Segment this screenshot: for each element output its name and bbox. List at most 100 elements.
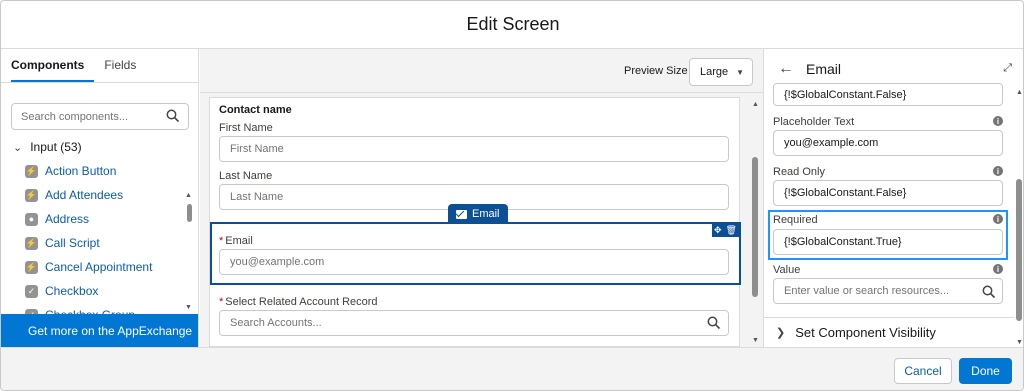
value-placeholder: Enter value or search resources... — [784, 285, 950, 297]
component-label: Address — [45, 212, 90, 226]
first-name-label: First Name — [219, 122, 273, 134]
delete-icon[interactable]: 🗑 — [726, 225, 737, 236]
preview-toolbar: Preview Size Large ▼ — [200, 49, 763, 93]
component-label: Cancel Appointment — [45, 260, 153, 274]
required-asterisk: * — [219, 235, 224, 247]
scrollbar-thumb[interactable] — [1016, 179, 1022, 321]
component-label: Call Script — [45, 236, 100, 250]
properties-scrollbar[interactable]: ▲ ▼ — [1014, 89, 1023, 347]
location-pin-icon: ● — [25, 212, 38, 226]
last-name-label: Last Name — [219, 170, 273, 182]
account-label: * Select Related Account Record — [219, 296, 378, 308]
move-icon[interactable]: ✥ — [714, 225, 722, 236]
info-icon[interactable]: i — [993, 214, 1003, 224]
screen-canvas-area: Preview Size Large ▼ Contact name First … — [200, 49, 763, 347]
value-label: Value — [773, 264, 801, 276]
bolt-icon: ⚡ — [25, 188, 38, 202]
canvas-scrollbar[interactable]: ▲ ▼ — [751, 101, 759, 347]
account-search-field[interactable]: Search Accounts... — [219, 310, 729, 336]
required-asterisk: * — [219, 296, 224, 308]
account-placeholder: Search Accounts... — [230, 317, 322, 329]
search-icon — [982, 285, 996, 302]
disabled-value: {!$GlobalConstant.False} — [784, 88, 907, 101]
appexchange-link[interactable]: Get more on the AppExchange — [1, 314, 198, 347]
search-components-input[interactable]: Search components... — [11, 103, 189, 130]
visibility-label: Set Component Visibility — [795, 325, 936, 340]
value-resource-field[interactable]: Enter value or search resources... — [773, 278, 1003, 304]
chevron-right-icon: ❯ — [776, 327, 786, 339]
email-tag-label: Email — [472, 208, 500, 220]
component-action-button[interactable]: ⚡ Action Button — [25, 159, 152, 183]
edit-screen-modal: Edit Screen Components Fields Search com… — [0, 0, 1024, 391]
scroll-down-icon[interactable]: ▼ — [185, 304, 192, 311]
chevron-down-icon: ▼ — [736, 68, 744, 77]
first-name-placeholder: First Name — [230, 143, 284, 155]
scroll-up-icon[interactable]: ▲ — [752, 101, 759, 108]
modal-title: Edit Screen — [466, 14, 560, 34]
info-icon[interactable]: i — [993, 166, 1003, 176]
preview-size-select[interactable]: Large ▼ — [689, 58, 753, 86]
scroll-down-icon[interactable]: ▼ — [1016, 339, 1023, 346]
component-actions: ✥ 🗑 — [712, 224, 739, 237]
scroll-up-icon[interactable]: ▲ — [185, 192, 192, 199]
component-label: Add Attendees — [45, 188, 124, 202]
scrollbar-thumb[interactable] — [752, 157, 758, 297]
required-label: Required — [773, 214, 818, 226]
account-label-text: Select Related Account Record — [225, 296, 378, 308]
component-list: ⚡ Action Button ⚡ Add Attendees ● Addres… — [25, 159, 152, 327]
done-button[interactable]: Done — [959, 358, 1012, 384]
scroll-up-icon[interactable]: ▲ — [1016, 89, 1023, 96]
info-icon[interactable]: i — [993, 116, 1003, 126]
component-label: Action Button — [45, 164, 117, 178]
component-add-attendees[interactable]: ⚡ Add Attendees — [25, 183, 152, 207]
cancel-button[interactable]: Cancel — [894, 358, 952, 384]
component-cancel-appointment[interactable]: ⚡ Cancel Appointment — [25, 255, 152, 279]
read-only-field[interactable]: {!$GlobalConstant.False} — [773, 180, 1003, 206]
group-label: Input (53) — [30, 140, 82, 154]
panel-tabs: Components Fields — [1, 49, 198, 83]
required-field[interactable]: {!$GlobalConstant.True} — [773, 229, 1003, 255]
component-call-script[interactable]: ⚡ Call Script — [25, 231, 152, 255]
input-group-toggle[interactable]: ⌄ Input (53) — [13, 140, 82, 154]
preview-size-value: Large — [700, 66, 729, 78]
modal-footer: Cancel Done — [1, 347, 1023, 390]
component-address[interactable]: ● Address — [25, 207, 152, 231]
chevron-down-icon: ⌄ — [13, 141, 23, 154]
tab-components[interactable]: Components — [11, 58, 95, 82]
preview-size-label: Preview Size — [624, 65, 688, 77]
info-icon[interactable]: i — [993, 264, 1003, 274]
last-name-placeholder: Last Name — [230, 191, 284, 203]
placeholder-text-label: Placeholder Text — [773, 116, 855, 128]
read-only-value: {!$GlobalConstant.False} — [784, 187, 907, 199]
search-icon — [707, 316, 721, 333]
placeholder-text-field[interactable]: you@example.com — [773, 130, 1003, 156]
email-placeholder: you@example.com — [230, 256, 325, 268]
back-arrow-icon[interactable]: ← — [778, 60, 794, 78]
components-scrollbar[interactable]: ▲ ▼ — [185, 192, 192, 312]
disabled-field[interactable]: {!$GlobalConstant.False} — [773, 83, 1003, 106]
scrollbar-thumb[interactable] — [187, 204, 192, 222]
email-label-text: Email — [225, 235, 253, 247]
components-panel: Components Fields Search components... ⌄… — [1, 49, 199, 347]
email-label: * Email — [219, 235, 253, 247]
bolt-icon: ⚡ — [25, 260, 38, 274]
bolt-icon: ⚡ — [25, 236, 38, 250]
tab-fields[interactable]: Fields — [104, 58, 146, 82]
required-value: {!$GlobalConstant.True} — [784, 236, 902, 248]
expand-icon[interactable]: ⤢ — [1003, 62, 1012, 75]
properties-panel: ← Email ⤢ {!$GlobalConstant.False} Place… — [763, 49, 1023, 347]
email-component-tag: Email — [448, 204, 508, 224]
component-checkbox[interactable]: ✓ Checkbox — [25, 279, 152, 303]
scroll-down-icon[interactable]: ▼ — [752, 337, 759, 344]
envelope-icon — [456, 209, 467, 219]
properties-title: Email — [806, 61, 842, 77]
screen-canvas: Contact name First Name First Name Last … — [209, 97, 741, 347]
appexchange-label: Get more on the AppExchange — [28, 323, 193, 338]
first-name-field[interactable]: First Name — [219, 136, 729, 162]
email-field[interactable]: you@example.com — [219, 249, 729, 275]
modal-header: Edit Screen — [1, 1, 1023, 49]
component-visibility-section[interactable]: ❯ Set Component Visibility — [764, 317, 1014, 347]
read-only-label: Read Only — [773, 166, 825, 178]
component-label: Checkbox — [45, 284, 99, 298]
search-icon — [166, 109, 180, 126]
